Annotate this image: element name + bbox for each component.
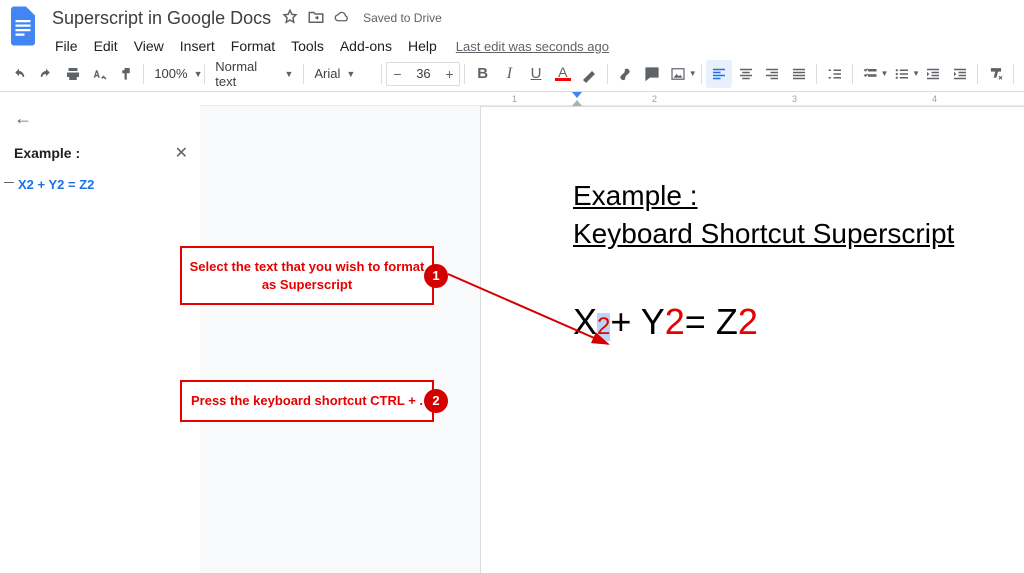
add-comment-button[interactable] — [638, 60, 665, 88]
ruler-mark: 2 — [652, 94, 657, 104]
align-center-button[interactable] — [732, 60, 759, 88]
align-left-button[interactable] — [706, 60, 733, 88]
cloud-saved-icon[interactable] — [333, 8, 351, 29]
checklist-button[interactable] — [857, 60, 884, 88]
menu-edit[interactable]: Edit — [87, 36, 125, 56]
formula-x-superscript-selected[interactable]: 2 — [597, 313, 610, 341]
highlight-color-button[interactable] — [576, 60, 603, 88]
outline-panel: ← Example : ✕ X2 + Y2 = Z2 — [0, 92, 200, 573]
line-spacing-button[interactable] — [821, 60, 848, 88]
insert-image-button[interactable] — [665, 60, 692, 88]
ruler[interactable]: 1 2 3 4 — [200, 92, 1024, 106]
clear-formatting-button[interactable] — [982, 60, 1009, 88]
decrease-indent-button[interactable] — [920, 60, 947, 88]
formula-eq-z[interactable]: = Z — [685, 301, 738, 343]
outline-heading[interactable]: Example : — [14, 145, 80, 161]
menu-format[interactable]: Format — [224, 36, 282, 56]
italic-button[interactable]: I — [496, 60, 523, 88]
font-size-decrement[interactable]: − — [387, 62, 407, 86]
doc-title[interactable]: Superscript in Google Docs — [48, 6, 275, 31]
formula-y2[interactable]: 2 — [665, 301, 685, 343]
last-edit-link[interactable]: Last edit was seconds ago — [456, 39, 609, 54]
doc-heading-line2[interactable]: Keyboard Shortcut Superscript — [573, 215, 1024, 253]
doc-heading-line1[interactable]: Example : — [573, 177, 1024, 215]
document-page[interactable]: Example : Keyboard Shortcut Superscript … — [480, 106, 1024, 573]
spellcheck-button[interactable] — [86, 60, 113, 88]
menu-tools[interactable]: Tools — [284, 36, 331, 56]
document-surface[interactable]: 1 2 3 4 Example : Keyboard Shortcut Supe… — [200, 92, 1024, 573]
chevron-down-icon: ▼ — [194, 69, 203, 79]
star-icon[interactable] — [281, 8, 299, 29]
callout-2-text: Press the keyboard shortcut CTRL + . — [191, 393, 423, 408]
align-right-button[interactable] — [759, 60, 786, 88]
paint-format-button[interactable] — [113, 60, 140, 88]
font-size-value[interactable]: 36 — [407, 66, 439, 81]
move-folder-icon[interactable] — [307, 8, 325, 29]
underline-button[interactable]: U — [523, 60, 550, 88]
print-button[interactable] — [59, 60, 86, 88]
zoom-value: 100% — [154, 66, 187, 81]
menu-file[interactable]: File — [48, 36, 85, 56]
toolbar: 100% ▼ Normal text ▼ Arial ▼ − 36 + B I U A… — [0, 56, 1024, 92]
chevron-down-icon: ▼ — [284, 69, 293, 79]
formula-z2[interactable]: 2 — [738, 301, 758, 343]
zoom-select[interactable]: 100% ▼ — [148, 60, 200, 88]
menu-addons[interactable]: Add-ons — [333, 36, 399, 56]
formula-plus-y[interactable]: + Y — [610, 301, 664, 343]
callout-badge-2: 2 — [424, 389, 448, 413]
paragraph-style-select[interactable]: Normal text ▼ — [209, 60, 299, 88]
outline-item[interactable]: X2 + Y2 = Z2 — [14, 177, 188, 192]
increase-indent-button[interactable] — [947, 60, 974, 88]
menu-insert[interactable]: Insert — [173, 36, 222, 56]
insert-link-button[interactable] — [612, 60, 639, 88]
bulleted-list-button[interactable] — [888, 60, 915, 88]
callout-1-text: Select the text that you wish to format … — [190, 259, 425, 292]
menu-help[interactable]: Help — [401, 36, 444, 56]
redo-button[interactable] — [33, 60, 60, 88]
formula-text[interactable]: X2 + Y2 = Z2 — [573, 301, 1024, 343]
chevron-down-icon[interactable]: ▼ — [912, 69, 920, 78]
saved-status-text: Saved to Drive — [363, 11, 442, 25]
text-color-button[interactable]: A — [549, 60, 576, 88]
font-value: Arial — [314, 66, 340, 81]
font-select[interactable]: Arial ▼ — [308, 60, 377, 88]
formula-x[interactable]: X — [573, 301, 597, 343]
outline-back-button[interactable]: ← — [14, 108, 38, 129]
chevron-down-icon: ▼ — [346, 69, 355, 79]
outline-close-button[interactable]: ✕ — [175, 143, 188, 163]
docs-app-icon[interactable] — [6, 6, 40, 46]
bold-button[interactable]: B — [469, 60, 496, 88]
chevron-down-icon[interactable]: ▼ — [881, 69, 889, 78]
align-justify-button[interactable] — [786, 60, 813, 88]
first-line-indent-marker[interactable] — [572, 92, 582, 98]
ruler-mark: 1 — [512, 94, 517, 104]
font-size-increment[interactable]: + — [439, 62, 459, 86]
ruler-mark: 3 — [792, 94, 797, 104]
undo-button[interactable] — [6, 60, 33, 88]
ruler-mark: 4 — [932, 94, 937, 104]
chevron-down-icon[interactable]: ▼ — [689, 69, 697, 78]
callout-badge-1: 1 — [424, 264, 448, 288]
style-value: Normal text — [215, 59, 278, 89]
menu-view[interactable]: View — [127, 36, 171, 56]
annotation-callout-2: Press the keyboard shortcut CTRL + . 2 — [180, 380, 434, 422]
annotation-callout-1: Select the text that you wish to format … — [180, 246, 434, 305]
